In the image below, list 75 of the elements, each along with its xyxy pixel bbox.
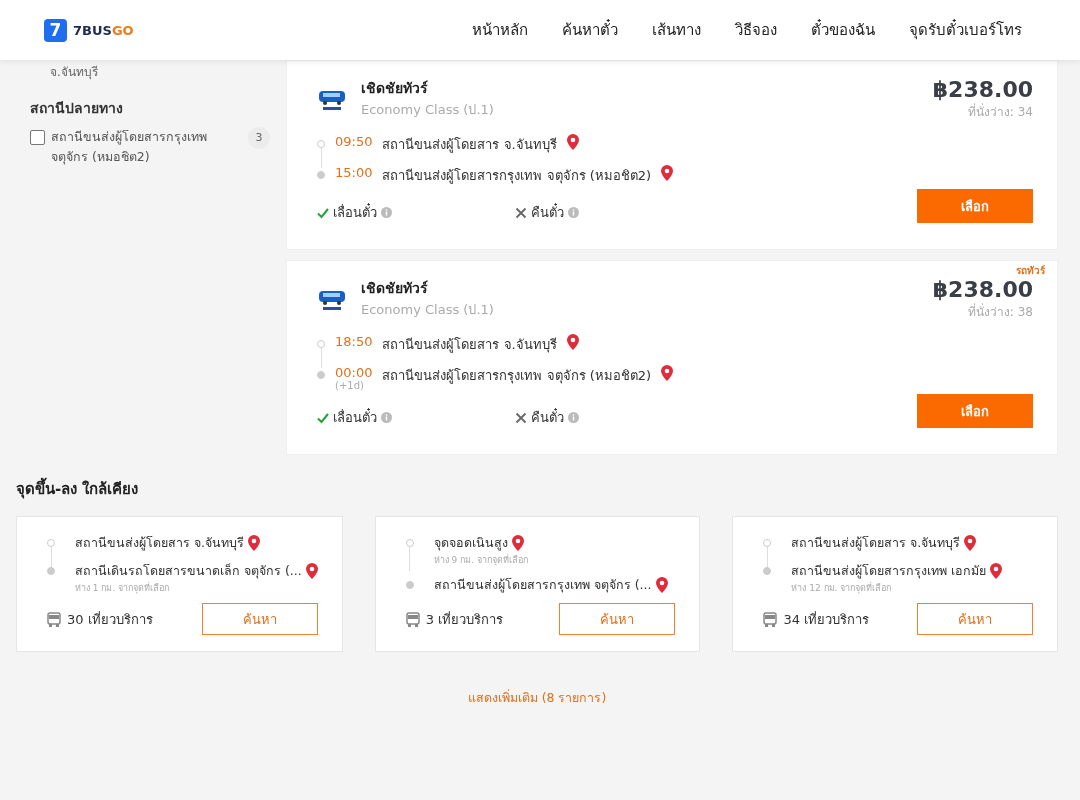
- info-icon: [568, 412, 579, 423]
- operator-name: เชิดชัยทัวร์: [361, 79, 429, 98]
- departure-time: 09:50: [335, 134, 373, 149]
- nav-link[interactable]: หน้าหลัก: [472, 18, 528, 42]
- station-name: สถานีขนส่งผู้โดยสาร จ.จันทบุรี: [382, 336, 557, 355]
- stop-dot: [47, 567, 55, 575]
- nav-link[interactable]: ตั๋วของฉัน: [811, 18, 875, 42]
- stop-dot: [317, 171, 325, 179]
- seats-available: ที่นั่งว่าง: 34: [967, 102, 1033, 121]
- checkbox[interactable]: [30, 130, 45, 145]
- map-pin-icon: [655, 577, 668, 593]
- stop-name: สถานีขนส่งผู้โดยสาร จ.จันทบุรี: [75, 534, 244, 553]
- map-pin-icon: [305, 563, 318, 579]
- bus-icon: [763, 611, 778, 627]
- nav-link[interactable]: วิธีจอง: [735, 18, 777, 42]
- bus-icon: [405, 611, 420, 627]
- filter-title: สถานีปลายทาง: [30, 99, 124, 118]
- filter-option-label[interactable]: สถานีขนส่งผู้โดยสารกรุงเทพ จตุจักร (หมอชิต2): [51, 127, 234, 167]
- stop-dot: [763, 567, 772, 575]
- station-name: สถานีขนส่งผู้โดยสารกรุงเทพ จตุจักร (หมอชิต2): [382, 167, 652, 186]
- bus-icon: [47, 611, 61, 627]
- logo-text[interactable]: 7BUSGO: [73, 22, 134, 38]
- seat-class: Economy Class (ป.1): [361, 301, 494, 319]
- trip-count: 34 เที่ยวบริการ: [783, 610, 870, 629]
- stop-name: สถานีขนส่งผู้โดยสารกรุงเทพ เอกมัย: [791, 562, 987, 581]
- seat-class: Economy Class (ป.1): [361, 101, 494, 119]
- count-badge: 3: [248, 127, 270, 149]
- trip-tag: รถทัวร์: [1016, 263, 1045, 278]
- info-icon: [568, 207, 579, 218]
- map-pin-icon: [247, 535, 260, 551]
- map-pin-icon: [661, 365, 674, 381]
- stop-dot: [47, 539, 55, 547]
- info-icon: [381, 207, 392, 218]
- stop-dot: [405, 539, 414, 547]
- map-pin-icon: [566, 334, 579, 350]
- distance-note: ห่าง 12 กม. จากจุดที่เลือก: [791, 581, 893, 595]
- price: ฿238.00: [932, 77, 1033, 102]
- filter-option-text: จ.จันทบุรี: [50, 64, 99, 81]
- stop-dot: [763, 539, 772, 547]
- station-name: สถานีขนส่งผู้โดยสารกรุงเทพ จตุจักร (หมอชิต2): [382, 367, 652, 386]
- map-pin-icon: [990, 563, 1003, 579]
- stop-dot: [317, 340, 325, 348]
- trip-count: 30 เที่ยวบริการ: [67, 610, 153, 629]
- map-pin-icon: [511, 535, 524, 551]
- map-pin-icon: [964, 535, 977, 551]
- station-name: สถานีขนส่งผู้โดยสาร จ.จันทบุรี: [382, 136, 557, 155]
- departure-time: 18:50: [335, 334, 373, 349]
- seats-available: ที่นั่งว่าง: 38: [967, 302, 1033, 321]
- map-pin-icon: [566, 134, 579, 150]
- stop-name: สถานีขนส่งผู้โดยสารกรุงเทพ จตุจักร (...: [433, 576, 652, 595]
- policy-label: คืนตั๋ว: [531, 202, 564, 222]
- section-title: จุดขึ้น-ลง ใกล้เคียง: [16, 477, 1058, 501]
- policy-label: เลื่อนตั๋ว: [333, 202, 377, 222]
- logo-mark[interactable]: 7: [44, 18, 67, 42]
- departure-time: 00:00: [335, 365, 373, 380]
- stop-dot: [317, 140, 325, 148]
- stop-dot: [317, 371, 325, 379]
- stop-name: จุดจอดเนินสูง: [433, 534, 508, 553]
- departure-time: 15:00: [335, 165, 373, 180]
- trip-count: 3 เที่ยวบริการ: [425, 610, 504, 629]
- nav-link[interactable]: เส้นทาง: [652, 18, 701, 42]
- policy-label: เลื่อนตั๋ว: [333, 407, 377, 427]
- distance-note: ห่าง 9 กม. จากจุดที่เลือก: [433, 553, 528, 567]
- operator-name: เชิดชัยทัวร์: [361, 279, 429, 298]
- stop-name: สถานีขนส่งผู้โดยสาร จ.จันทบุรี: [791, 534, 961, 553]
- policy-label: คืนตั๋ว: [531, 407, 564, 427]
- day-offset: (+1d): [335, 380, 365, 391]
- stop-dot: [405, 581, 414, 589]
- distance-note: ห่าง 1 กม. จากจุดที่เลือก: [75, 581, 171, 595]
- price: ฿238.00: [932, 277, 1033, 302]
- nav-link[interactable]: ค้นหาตั๋ว: [562, 18, 618, 42]
- nav-link[interactable]: จุดรับตั๋วเบอร์โทร: [909, 18, 1022, 42]
- map-pin-icon: [661, 165, 674, 181]
- stop-name: สถานีเดินรถโดยสารขนาดเล็ก จตุจักร (...: [75, 562, 302, 581]
- info-icon: [381, 412, 392, 423]
